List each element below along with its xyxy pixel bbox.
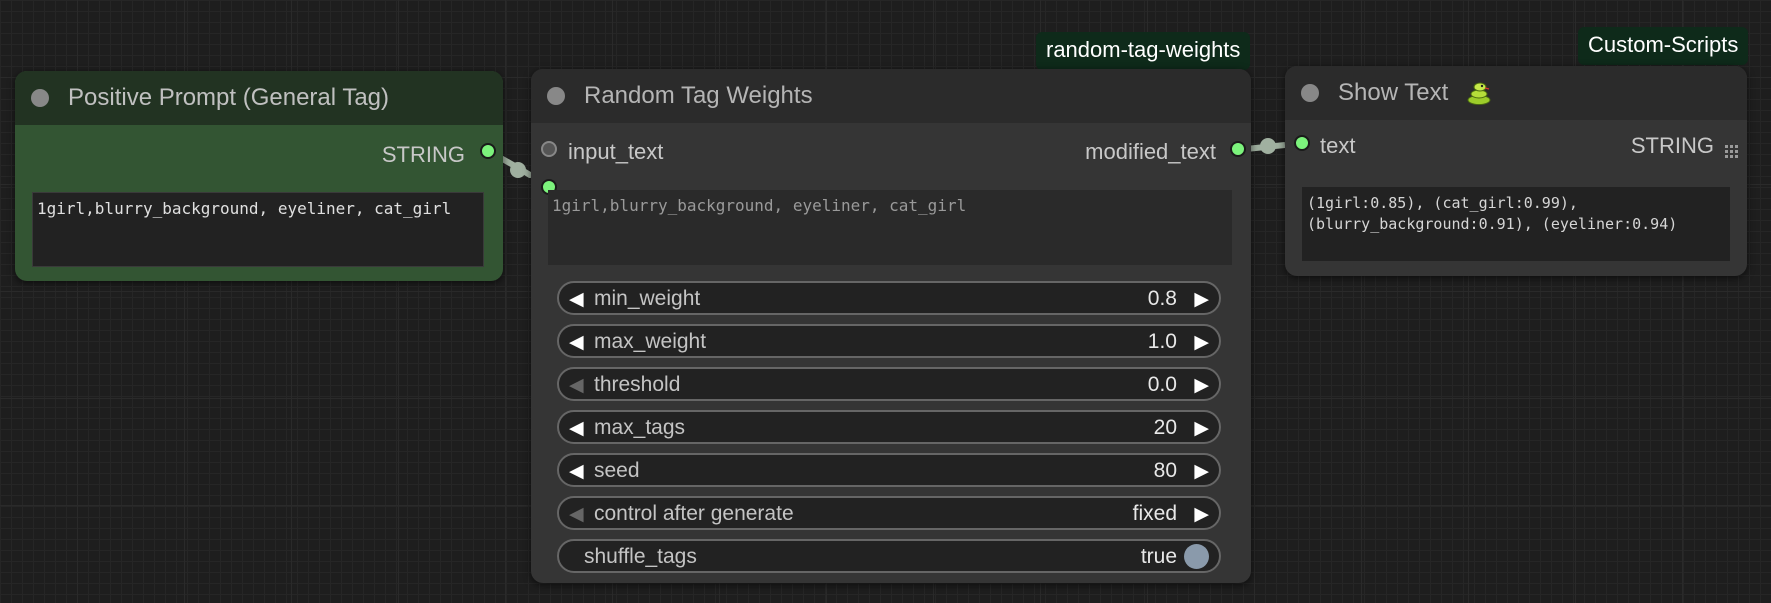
toggle-knob[interactable] xyxy=(1184,544,1209,569)
widget-label: threshold xyxy=(594,373,681,396)
node-title: Random Tag Weights xyxy=(584,82,813,109)
control-after-generate-widget[interactable]: ◀ control after generate fixed ▶ xyxy=(557,496,1221,530)
prompt-textarea[interactable]: 1girl,blurry_background, eyeliner, cat_g… xyxy=(32,192,484,267)
increment-arrow-icon[interactable]: ▶ xyxy=(1194,417,1209,440)
increment-arrow-icon[interactable]: ▶ xyxy=(1194,503,1209,526)
min-weight-widget[interactable]: ◀ min_weight 0.8 ▶ xyxy=(557,281,1221,315)
node-title-bar[interactable]: Random Tag Weights xyxy=(531,69,1251,123)
random-tag-weights-node[interactable]: Random Tag Weights input_text modified_t… xyxy=(531,69,1251,583)
decrement-arrow-icon[interactable]: ◀ xyxy=(569,331,584,354)
decrement-arrow-icon[interactable]: ◀ xyxy=(569,460,584,483)
widget-value: 1.0 xyxy=(1147,330,1177,353)
seed-widget[interactable]: ◀ seed 80 ▶ xyxy=(557,453,1221,487)
widget-value: 0.0 xyxy=(1147,373,1177,396)
input-slot-label: input_text xyxy=(568,139,664,164)
increment-arrow-icon[interactable]: ▶ xyxy=(1194,460,1209,483)
increment-arrow-icon[interactable]: ▶ xyxy=(1194,374,1209,397)
threshold-widget[interactable]: ◀ threshold 0.0 ▶ xyxy=(557,367,1221,401)
snake-icon xyxy=(1467,82,1491,105)
circle-icon[interactable] xyxy=(1301,84,1319,102)
widget-label: max_tags xyxy=(594,416,686,439)
decrement-arrow-icon[interactable]: ◀ xyxy=(569,288,584,311)
widget-label: shuffle_tags xyxy=(584,545,697,568)
show-text-node[interactable]: Show Text text STRING (1girl:0.85), (cat… xyxy=(1285,66,1747,276)
shuffle-tags-toggle[interactable]: shuffle_tags true xyxy=(557,539,1221,573)
node-source-badge-show: Custom-Scripts xyxy=(1578,27,1749,65)
widget-label: seed xyxy=(594,459,640,482)
input-slot-dot[interactable] xyxy=(1294,135,1310,151)
circle-icon[interactable] xyxy=(31,89,49,107)
widget-value: 0.8 xyxy=(1147,287,1177,310)
node-title: Positive Prompt (General Tag) xyxy=(68,84,390,111)
decrement-arrow-icon[interactable]: ◀ xyxy=(569,374,584,397)
circle-icon[interactable] xyxy=(547,87,565,105)
widget-value: true xyxy=(1140,545,1177,568)
output-slot-label: STRING xyxy=(1630,133,1714,158)
widget-value: 20 xyxy=(1153,416,1177,439)
output-slot-dot[interactable] xyxy=(480,143,496,159)
max-tags-widget[interactable]: ◀ max_tags 20 ▶ xyxy=(557,410,1221,444)
max-weight-widget[interactable]: ◀ max_weight 1.0 ▶ xyxy=(557,324,1221,358)
output-slot-label: STRING xyxy=(381,142,465,167)
widget-value: 80 xyxy=(1153,459,1177,482)
widget-label: min_weight xyxy=(594,287,701,310)
node-title: Show Text xyxy=(1338,79,1449,106)
node-source-badge-rtw: random-tag-weights xyxy=(1036,32,1251,70)
input-slot-dot[interactable] xyxy=(541,141,557,157)
grid-icon[interactable] xyxy=(1725,145,1739,159)
input-text-preview[interactable]: 1girl,blurry_background, eyeliner, cat_g… xyxy=(548,190,1232,265)
widget-label: control after generate xyxy=(594,502,794,525)
node-title-bar[interactable]: Show Text xyxy=(1285,66,1747,120)
widget-label: max_weight xyxy=(594,330,707,353)
decrement-arrow-icon[interactable]: ◀ xyxy=(569,503,584,526)
widget-value: fixed xyxy=(1132,502,1177,525)
positive-prompt-node[interactable]: Positive Prompt (General Tag) STRING 1gi… xyxy=(15,71,503,281)
increment-arrow-icon[interactable]: ▶ xyxy=(1194,331,1209,354)
increment-arrow-icon[interactable]: ▶ xyxy=(1194,288,1209,311)
decrement-arrow-icon[interactable]: ◀ xyxy=(569,417,584,440)
node-title-bar[interactable]: Positive Prompt (General Tag) xyxy=(15,71,503,125)
output-text-display: (1girl:0.85), (cat_girl:0.99), (blurry_b… xyxy=(1302,187,1730,261)
output-slot-label: modified_text xyxy=(1085,139,1216,164)
input-slot-label: text xyxy=(1320,133,1356,158)
output-slot-dot[interactable] xyxy=(1230,141,1246,157)
